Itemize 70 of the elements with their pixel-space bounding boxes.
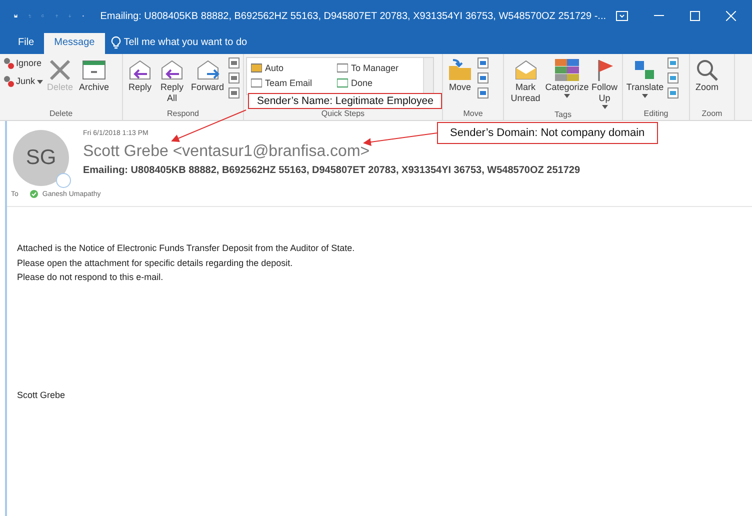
- quick-step[interactable]: Auto: [249, 60, 335, 75]
- small-tool-icon[interactable]: [477, 87, 491, 99]
- small-tool-icon[interactable]: [228, 57, 242, 69]
- ribbon-button[interactable]: Move: [445, 57, 475, 94]
- ribbon-button-icon: [81, 58, 108, 82]
- ribbon-button-icon: [127, 58, 153, 82]
- sender-email: <ventasur1@branfisa.com>: [172, 143, 370, 160]
- ribbon-button[interactable]: Zoom: [692, 57, 722, 94]
- quick-step-icon: [337, 78, 348, 88]
- close-icon[interactable]: [726, 11, 736, 21]
- ribbon-button-icon: [194, 58, 220, 82]
- group-label: Tags: [554, 110, 572, 121]
- subject: Emailing: U808405KB 88882, B692562HZ 55163, D945807ET 20783, X931354YI 36753, W548570OZ 251729: [83, 165, 580, 176]
- caret-icon: [37, 80, 44, 84]
- menu-tab[interactable]: Message: [44, 33, 105, 54]
- menu-tab[interactable]: File: [8, 33, 44, 54]
- small-tool-icon[interactable]: [228, 87, 242, 99]
- maximize-icon[interactable]: [690, 11, 700, 21]
- ribbon-button-icon: [159, 58, 185, 82]
- small-tool-icon[interactable]: [228, 72, 242, 84]
- ribbon-button[interactable]: Follow Up: [589, 57, 620, 110]
- quick-step[interactable]: To Manager: [335, 60, 421, 75]
- gallery-scrollbar[interactable]: [423, 58, 433, 94]
- group-label: Move: [462, 109, 484, 120]
- annotation-callout: Sender’s Name: Legitimate Employee: [248, 93, 442, 109]
- lightbulb-icon: [110, 36, 121, 49]
- body-text: Please do not respond to this e-mail.: [17, 271, 164, 284]
- annotation-callout: Sender’s Domain: Not company domain: [437, 122, 658, 144]
- ribbon-button-icon: [694, 58, 720, 82]
- window-title: Emailing: U808405KB 88882, B692562HZ 55163, D945807ET 20783, X931354YI 36753, W548570OZ 251729 -...: [100, 10, 606, 22]
- group-label: Quick Steps: [320, 109, 366, 120]
- ribbon-button[interactable]: Reply: [125, 57, 155, 94]
- check-circle-icon: [30, 190, 38, 198]
- sender-name: Scott Grebe: [83, 143, 168, 160]
- body-text: Attached is the Notice of Electronic Funds Transfer Deposit from the Auditor of State.: [17, 242, 356, 255]
- small-tool-icon[interactable]: [667, 72, 681, 84]
- quick-step[interactable]: Team Email: [249, 75, 335, 90]
- presence-icon: [56, 173, 71, 188]
- ribbon-button[interactable]: Junk: [2, 75, 44, 87]
- caret-icon: [564, 94, 570, 98]
- caret-icon: [642, 94, 648, 98]
- quick-step-icon: [251, 78, 262, 88]
- ribbon-display-icon[interactable]: [616, 11, 628, 21]
- tell-me-field[interactable]: Tell me what you want to do: [104, 36, 284, 54]
- ribbon-button[interactable]: Reply All: [157, 57, 187, 105]
- group-label: Zoom: [700, 109, 724, 120]
- ribbon-button-icon: [554, 58, 580, 82]
- caret-icon: [602, 104, 608, 109]
- avatar: SG: [13, 130, 69, 186]
- small-tool-icon[interactable]: [477, 57, 491, 69]
- group-label: Delete: [48, 109, 74, 120]
- minimize-icon[interactable]: [654, 15, 664, 17]
- ribbon-button-icon: [512, 58, 539, 82]
- ribbon-button[interactable]: Ignore: [2, 57, 44, 69]
- quick-step-icon: [337, 62, 348, 72]
- body-text: Please open the attachment for specific details regarding the deposit.: [17, 256, 294, 270]
- group-label: Respond: [166, 109, 200, 120]
- ribbon-button[interactable]: Forward: [189, 57, 226, 94]
- small-tool-icon[interactable]: [667, 87, 681, 99]
- ribbon-button[interactable]: Mark Unread: [506, 57, 546, 105]
- quick-step[interactable]: Done: [335, 75, 421, 90]
- small-tool-icon[interactable]: [477, 72, 491, 84]
- ribbon-button-icon: [447, 58, 473, 82]
- group-label: Editing: [642, 109, 670, 120]
- small-tool-icon[interactable]: [667, 57, 681, 69]
- quick-step-icon: [251, 62, 262, 72]
- ribbon-button[interactable]: Archive: [77, 57, 112, 94]
- ribbon-button[interactable]: Translate: [625, 57, 665, 99]
- signature: Scott Grebe: [17, 388, 66, 402]
- ribbon-button[interactable]: Categorize: [547, 57, 588, 99]
